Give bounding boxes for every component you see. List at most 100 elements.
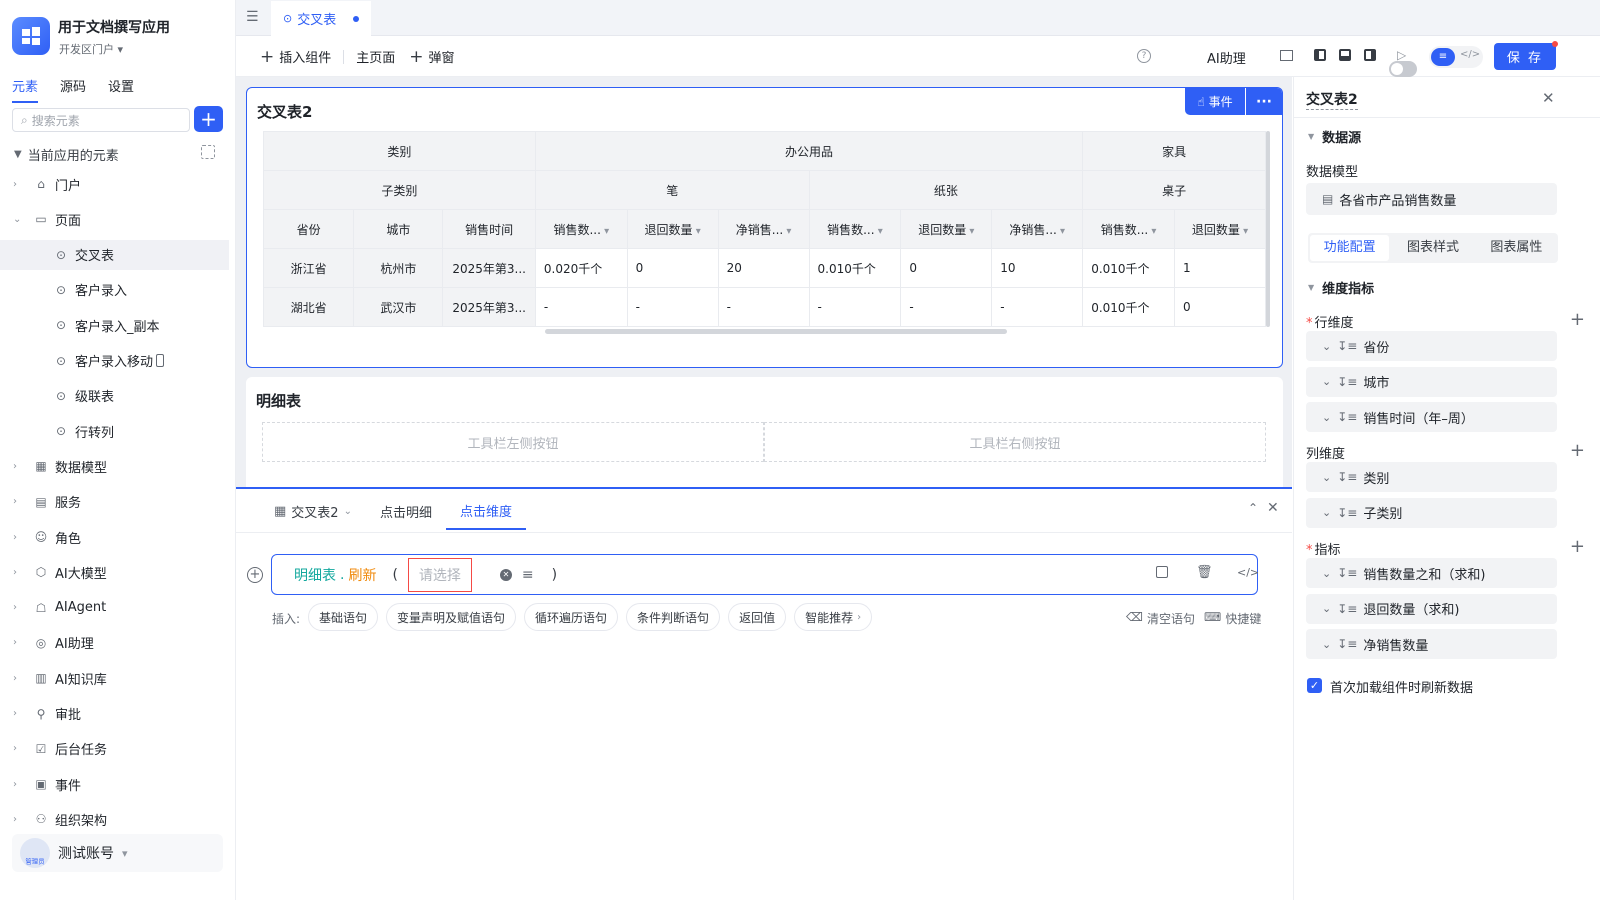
metric-header-cell[interactable]: 净销售... — [991, 209, 1084, 249]
col-dimension-item[interactable]: ⌄ ↧≡ 子类别 — [1306, 497, 1557, 528]
tree-item-ai-knowledge[interactable]: › ▥ AI知识库 — [0, 663, 229, 693]
chevron-right-icon[interactable]: › — [13, 496, 25, 507]
condition-statement-chip[interactable]: 条件判断语句 — [626, 603, 721, 631]
tree-item-data-model[interactable]: › ▦ 数据模型 — [0, 451, 229, 481]
section-datasource[interactable]: ▼ 数据源 — [1308, 127, 1361, 146]
preview-play-icon[interactable]: ▷ — [1397, 48, 1406, 62]
chevron-right-icon[interactable]: › — [13, 567, 25, 578]
tree-item-ai-model[interactable]: › ⬡ AI大模型 — [0, 557, 229, 587]
portal-selector[interactable]: 开发区门户 ▾ — [59, 41, 123, 57]
tree-item-ai-agent[interactable]: › ☖ AIAgent — [0, 593, 229, 623]
chevron-down-icon[interactable]: ⌄ — [13, 214, 25, 225]
tree-item-row-to-col[interactable]: ⊙ 行转列 — [0, 416, 229, 446]
metric-header-cell[interactable]: 退回数量 — [900, 209, 993, 249]
sidebar-toggle-icon[interactable]: ☰ — [246, 9, 259, 25]
tab-chart-style[interactable]: 图表样式 — [1393, 235, 1472, 261]
chevron-down-icon[interactable]: ⌄ — [1322, 340, 1331, 353]
horizontal-scrollbar[interactable] — [545, 329, 1007, 334]
shortcut-button[interactable]: ⌨ 快捷键 — [1204, 610, 1261, 627]
method-name[interactable]: 刷新 — [348, 565, 376, 585]
metric-item[interactable]: ⌄ ↧≡ 销售数量之和（求和) — [1306, 558, 1557, 588]
tree-item-service[interactable]: › ▤ 服务 — [0, 487, 229, 517]
metric-header-cell[interactable]: 退回数量 — [626, 209, 719, 249]
panel-right-icon[interactable] — [1364, 49, 1376, 61]
basic-statement-chip[interactable]: 基础语句 — [308, 603, 379, 631]
tab-click-dimension[interactable]: 点击维度 — [445, 501, 526, 530]
tree-item-ai-assistant[interactable]: › ◎ AI助理 — [0, 628, 229, 658]
chevron-right-icon[interactable]: › — [13, 673, 25, 684]
statement-editor[interactable]: 明细表 . 刷新 ( 请选择 ✕ ≡ ) 🗑 </> — [271, 554, 1259, 595]
refresh-on-load-checkbox[interactable]: ✓ — [1307, 678, 1322, 693]
metric-header-cell[interactable]: 销售数... — [534, 209, 628, 249]
row-dimension-item[interactable]: ⌄ ↧≡ 省份 — [1306, 331, 1557, 361]
home-page-button[interactable]: 主页面 — [356, 47, 395, 66]
component-name[interactable]: 交叉表2 — [1306, 89, 1358, 110]
clear-statements-button[interactable]: ⌫ 清空语句 — [1126, 610, 1195, 627]
return-value-chip[interactable]: 返回值 — [728, 603, 787, 631]
add-metric-icon[interactable]: + — [1570, 538, 1585, 556]
tree-item-events[interactable]: › ▣ 事件 — [0, 769, 229, 799]
tree-item-customer-entry[interactable]: ⊙ 客户录入 — [0, 275, 229, 305]
close-panel-icon[interactable]: ✕ — [1267, 500, 1279, 516]
add-statement-icon[interactable]: + — [247, 567, 263, 583]
section-dimensions[interactable]: ▼ 维度指标 — [1308, 278, 1374, 297]
tab-chart-props[interactable]: 图表属性 — [1477, 235, 1556, 261]
chevron-right-icon[interactable]: › — [13, 461, 25, 472]
tree-header[interactable]: ▼ 当前应用的元素 — [14, 145, 119, 164]
param-select[interactable]: 请选择 — [407, 557, 472, 592]
detail-table-component[interactable]: 明细表 工具栏左侧按钮 工具栏右侧按钮 — [246, 377, 1283, 487]
tab-elements[interactable]: 元素 — [12, 76, 39, 103]
chevron-right-icon[interactable]: › — [13, 532, 25, 543]
toolbar-right-placeholder[interactable]: 工具栏右侧按钮 — [764, 422, 1266, 462]
metric-header-cell[interactable]: 净销售... — [717, 209, 810, 249]
copy-icon[interactable] — [1156, 566, 1168, 578]
chevron-down-icon[interactable]: ⌄ — [1322, 567, 1331, 580]
toolbar-left-placeholder[interactable]: 工具栏左侧按钮 — [262, 422, 764, 462]
add-row-dim-icon[interactable]: + — [1570, 311, 1585, 329]
search-input[interactable]: ⌕ 搜索元素 — [12, 108, 190, 132]
col-dimension-item[interactable]: ⌄ ↧≡ 类别 — [1306, 462, 1557, 492]
ai-assistant-toggle[interactable] — [1388, 60, 1417, 77]
row-dimension-item[interactable]: ⌄ ↧≡ 销售时间（年–周） — [1306, 402, 1557, 432]
chevron-down-icon[interactable]: ⌄ — [1322, 638, 1331, 651]
row-dimension-item[interactable]: ⌄ ↧≡ 城市 — [1306, 366, 1557, 397]
chevron-down-icon[interactable]: ⌄ — [1322, 602, 1331, 615]
chevron-right-icon[interactable]: › — [13, 602, 25, 613]
tab-settings[interactable]: 设置 — [108, 76, 134, 103]
tree-item-pages[interactable]: ⌄ ▭ 页面 — [0, 204, 229, 234]
metric-item[interactable]: ⌄ ↧≡ 净销售数量 — [1306, 629, 1557, 659]
code-view-icon[interactable]: </> — [1237, 566, 1259, 579]
panel-left-icon[interactable] — [1314, 49, 1326, 61]
variable-declare-chip[interactable]: 变量声明及赋值语句 — [386, 603, 517, 631]
chevron-right-icon[interactable]: › — [13, 179, 25, 190]
tree-item-cascade-table[interactable]: ⊙ 级联表 — [0, 381, 229, 411]
metric-header-cell[interactable]: 销售数... — [1082, 209, 1175, 249]
add-element-button[interactable]: + — [194, 106, 223, 132]
chevron-down-icon[interactable]: ⌄ — [1322, 471, 1331, 484]
account-menu[interactable]: 管理员 测试账号 ▾ — [12, 834, 223, 872]
chevron-right-icon[interactable]: › — [13, 708, 25, 719]
metric-item[interactable]: ⌄ ↧≡ 退回数量（求和) — [1306, 593, 1557, 624]
tab-function-config[interactable]: 功能配置 — [1310, 235, 1390, 261]
help-icon[interactable]: ? — [1137, 49, 1151, 63]
tree-item-crosstab[interactable]: ⊙ 交叉表 — [0, 239, 229, 270]
tree-item-org-structure[interactable]: › ⚇ 组织架构 — [0, 804, 229, 834]
collapse-all-icon[interactable] — [201, 145, 215, 159]
chevron-down-icon[interactable]: ⌄ — [1322, 411, 1331, 424]
tree-item-portal[interactable]: › ⌂ 门户 — [0, 169, 229, 199]
insert-component-button[interactable]: + 插入组件 — [260, 47, 331, 67]
smart-recommend-chip[interactable]: 智能推荐 › — [794, 603, 873, 631]
chevron-right-icon[interactable]: › — [13, 814, 25, 825]
save-button[interactable]: 保 存 — [1494, 43, 1556, 70]
chevron-down-icon[interactable]: ⌄ — [1322, 506, 1331, 519]
chevron-right-icon[interactable]: › — [13, 743, 25, 754]
layout-icon[interactable] — [1280, 50, 1293, 61]
tree-item-customer-entry-copy[interactable]: ⊙ 客户录入_副本 — [0, 310, 229, 340]
clear-param-icon[interactable]: ✕ — [499, 568, 512, 581]
add-col-dim-icon[interactable]: + — [1570, 442, 1585, 460]
view-mode-switch[interactable]: ≡ </> — [1429, 46, 1483, 68]
chevron-down-icon[interactable]: ⌄ — [1322, 375, 1331, 388]
code-mode-icon[interactable]: </> — [1460, 49, 1480, 60]
visual-mode-icon[interactable]: ≡ — [1431, 48, 1455, 66]
tree-item-customer-entry-mobile[interactable]: ⊙ 客户录入移动 — [0, 346, 229, 376]
